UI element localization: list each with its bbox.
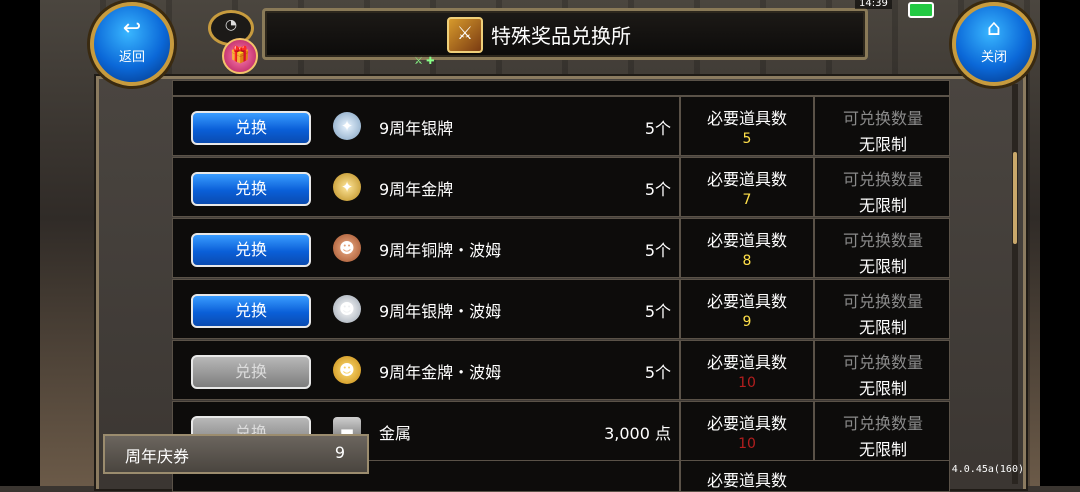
- version-text: 4.0.45a(160): [951, 464, 1024, 475]
- limit-label: 可兑换数量: [842, 292, 923, 311]
- limit-cell: 可兑换数量 无限制: [813, 158, 951, 216]
- back-button[interactable]: ↩ 返回: [90, 2, 174, 86]
- home-icon: ⌂: [987, 16, 1001, 41]
- table-row: 兑换 ☻ 9周年金牌・波姆 5个 必要道具数 10 可兑换数量无限制: [172, 340, 950, 400]
- required-label: 必要道具数: [706, 170, 787, 189]
- required-value: 5: [742, 131, 752, 147]
- silver-bom-medal-icon: ☻: [333, 295, 361, 323]
- close-button[interactable]: ⌂ 关闭: [952, 2, 1036, 86]
- limit-value: 无限制: [858, 257, 907, 276]
- bronze-bom-medal-icon: ☻: [333, 234, 361, 262]
- exchange-button[interactable]: 兑换: [191, 233, 311, 267]
- required-cell: 必要道具数 5: [679, 97, 813, 155]
- required-value: 10: [738, 436, 756, 452]
- item-quantity: 5个: [644, 302, 671, 321]
- close-label: 关闭: [980, 50, 1007, 65]
- ticket-label: 周年庆券: [125, 447, 190, 466]
- limit-cell: 可兑换数量 无限制: [813, 341, 951, 399]
- table-row: 兑换 ✦ 9周年金牌 5个 必要道具数 7 可兑换数量无限制: [172, 157, 950, 217]
- limit-value: 无限制: [858, 318, 907, 337]
- limit-label: 可兑换数量: [842, 231, 923, 250]
- item-name: 9周年银牌・波姆: [379, 302, 502, 321]
- exchange-button[interactable]: 兑换: [191, 111, 311, 145]
- table-row: 兑换 ✦ 9周年银牌 5个 必要道具数 5 可兑换数量无限制: [172, 96, 950, 156]
- ticket-value: 9: [334, 443, 345, 462]
- page-title: 特殊奖品兑换所: [491, 24, 631, 48]
- scrollbar-track[interactable]: [1012, 84, 1018, 484]
- table-row: 兑换 ☻ 9周年铜牌・波姆 5个 必要道具数 8 可兑换数量无限制: [172, 218, 950, 278]
- table-row: 兑换 ☻ 9周年银牌・波姆 5个 必要道具数 9 可兑换数量无限制: [172, 279, 950, 339]
- limit-label: 可兑换数量: [842, 414, 923, 433]
- required-label: 必要道具数: [706, 353, 787, 372]
- exchange-button[interactable]: 兑换: [191, 355, 311, 389]
- item-quantity: 3,000 点: [604, 424, 671, 443]
- required-cell: 必要道具数 9: [679, 280, 813, 338]
- battery-icon: [908, 2, 934, 18]
- limit-value: 无限制: [858, 196, 907, 215]
- required-label: 必要道具数: [706, 231, 787, 250]
- silver-medal-icon: ✦: [333, 112, 361, 140]
- limit-label: 可兑换数量: [842, 109, 923, 128]
- hud-indicators: ⚔ ✚: [414, 56, 435, 67]
- right-letterbox: [1040, 0, 1080, 486]
- required-cell: 必要道具数 8: [679, 219, 813, 277]
- required-value: 9: [742, 314, 752, 330]
- title-bar: ⚔ 特殊奖品兑换所: [262, 8, 868, 60]
- gold-bom-medal-icon: ☻: [333, 356, 361, 384]
- ticket-counter: 周年庆券 9: [103, 434, 369, 474]
- exchange-shop-icon: ⚔: [447, 17, 483, 53]
- status-time: 14:39: [855, 0, 892, 9]
- scrollbar-thumb[interactable]: [1013, 152, 1017, 244]
- limit-cell: 可兑换数量 无限制: [813, 280, 951, 338]
- limit-value: 无限制: [858, 440, 907, 459]
- item-name: 9周年金牌: [379, 180, 454, 199]
- required-cell: 必要道具数 7: [679, 158, 813, 216]
- partial-required-cell: 必要道具数: [679, 461, 813, 491]
- required-label: 必要道具数: [706, 414, 787, 433]
- item-quantity: 5个: [644, 119, 671, 138]
- item-quantity: 5个: [644, 241, 671, 260]
- required-label: 必要道具数: [706, 109, 787, 128]
- limit-label: 可兑换数量: [842, 353, 923, 372]
- item-name: 9周年铜牌・波姆: [379, 241, 502, 260]
- limit-cell: 可兑换数量 无限制: [813, 97, 951, 155]
- item-quantity: 5个: [644, 180, 671, 199]
- limit-cell: 可兑换数量 无限制: [813, 219, 951, 277]
- exchange-button[interactable]: 兑换: [191, 294, 311, 328]
- required-cell: 必要道具数 10: [679, 402, 813, 460]
- required-label: 必要道具数: [706, 471, 787, 490]
- required-value: 8: [742, 253, 752, 269]
- back-label: 返回: [118, 50, 145, 65]
- limit-cell: 可兑换数量 无限制: [813, 402, 951, 460]
- required-label: 必要道具数: [706, 292, 787, 311]
- back-arrow-icon: ↩: [122, 16, 142, 41]
- item-name: 9周年金牌・波姆: [379, 363, 502, 382]
- exchange-button[interactable]: 兑换: [191, 172, 311, 206]
- gold-medal-icon: ✦: [333, 173, 361, 201]
- partial-row-top: [172, 80, 950, 96]
- required-value: 7: [742, 192, 752, 208]
- required-cell: 必要道具数 10: [679, 341, 813, 399]
- left-letterbox: [0, 0, 40, 486]
- limit-value: 无限制: [858, 135, 907, 154]
- item-name: 9周年银牌: [379, 119, 454, 138]
- required-value: 10: [738, 375, 756, 391]
- item-quantity: 5个: [644, 363, 671, 382]
- limit-value: 无限制: [858, 379, 907, 398]
- gift-icon[interactable]: 🎁: [222, 38, 258, 74]
- limit-label: 可兑换数量: [842, 170, 923, 189]
- item-name: 金属: [379, 424, 412, 443]
